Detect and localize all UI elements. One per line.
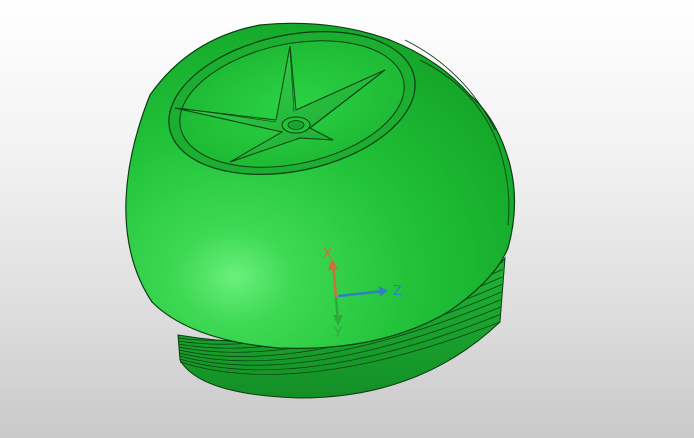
3d-viewport[interactable]: Z X Y [0,0,694,438]
z-axis-label: Z [393,284,402,299]
x-axis-label: X [323,247,332,262]
model-scene[interactable]: Z X Y [0,0,694,438]
y-axis-label: Y [333,326,342,341]
